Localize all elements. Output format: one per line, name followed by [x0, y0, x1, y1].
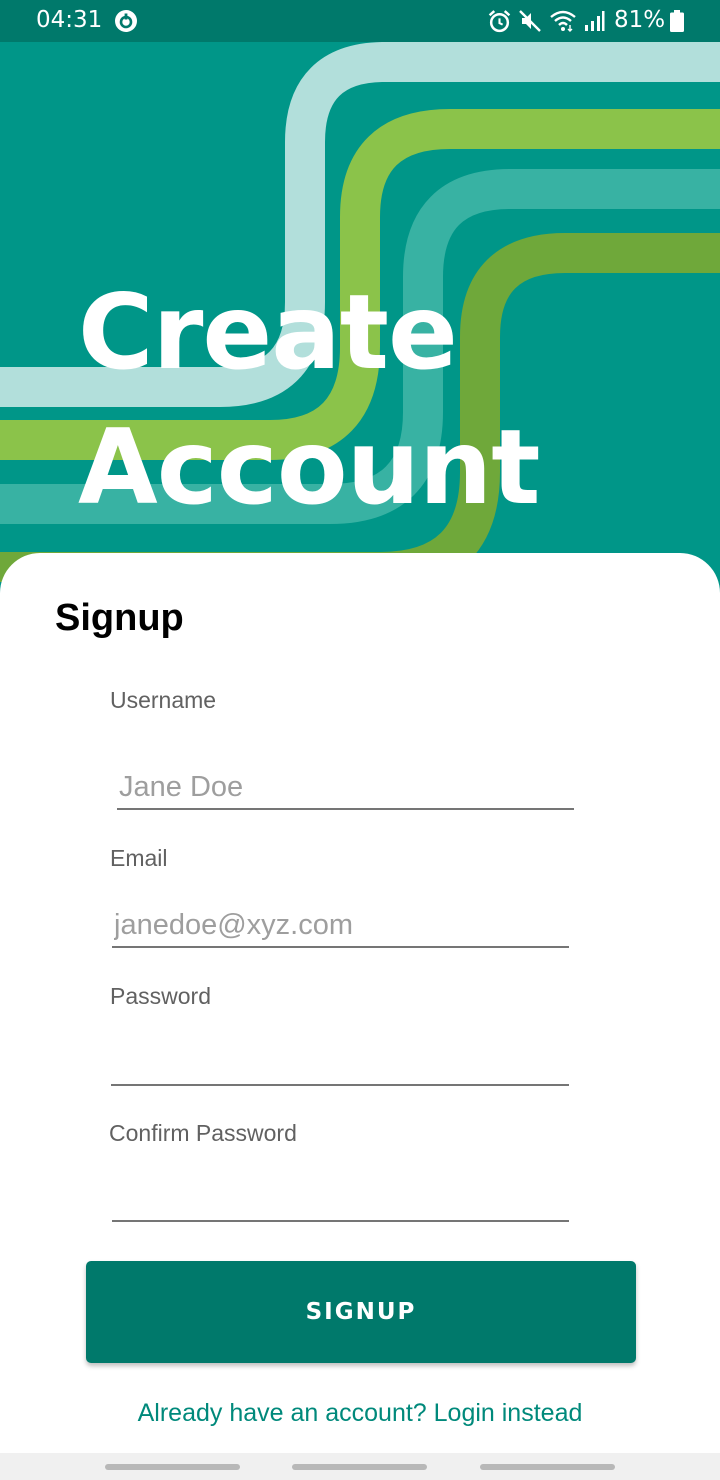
signup-button[interactable]: SIGNUP — [86, 1261, 636, 1363]
nav-back-button[interactable] — [480, 1464, 615, 1470]
status-time: 04:31 — [36, 7, 103, 33]
confirm-password-input[interactable] — [112, 1178, 569, 1222]
navigation-bar — [0, 1453, 720, 1480]
battery-percentage: 81% — [614, 7, 666, 33]
password-label: Password — [110, 983, 211, 1009]
alarm-icon — [488, 10, 511, 33]
signal-icon — [585, 11, 605, 31]
email-label: Email — [110, 845, 168, 871]
mute-icon — [519, 10, 541, 32]
username-label: Username — [110, 687, 217, 713]
password-input[interactable] — [111, 1042, 569, 1086]
header-banner: Create Account — [0, 42, 720, 582]
status-bar: 04:31 81% — [0, 0, 720, 42]
page-title-line-2: Account — [78, 408, 540, 528]
confirm-password-label: Confirm Password — [109, 1120, 297, 1146]
email-input[interactable] — [112, 904, 569, 948]
wifi-icon — [550, 10, 576, 32]
page-title-line-1: Create — [78, 273, 458, 393]
battery-icon — [670, 10, 684, 32]
data-saver-icon — [115, 10, 137, 32]
form-title: Signup — [55, 597, 184, 639]
signup-card: Signup Username Email Password Confirm P… — [0, 553, 720, 1453]
nav-recents-button[interactable] — [105, 1464, 240, 1470]
username-input[interactable] — [117, 766, 574, 810]
nav-home-button[interactable] — [292, 1464, 427, 1470]
login-instead-link[interactable]: Already have an account? Login instead — [0, 1399, 720, 1428]
